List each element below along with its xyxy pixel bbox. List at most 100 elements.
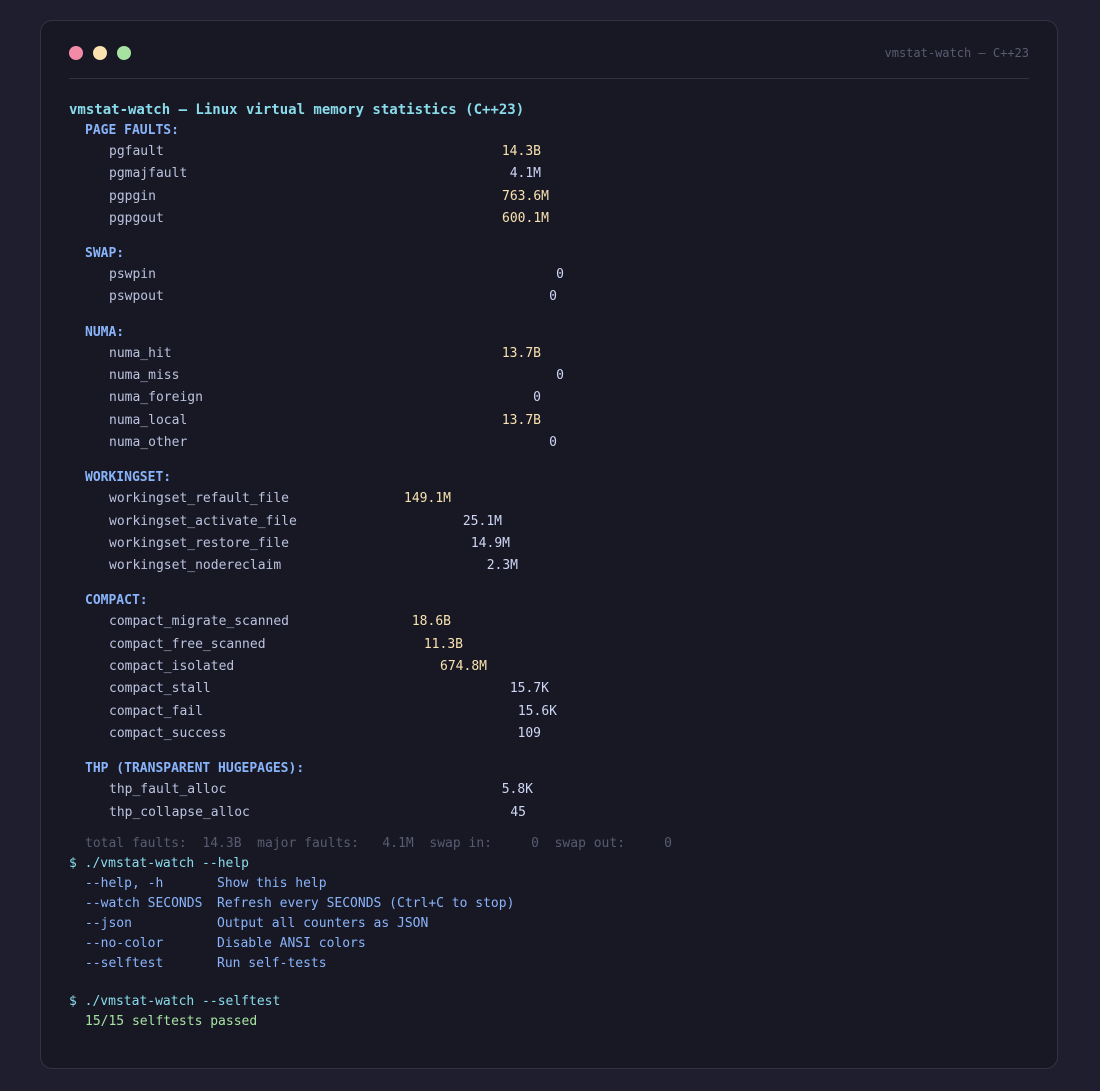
counter-row: compact_stall 15.7K	[69, 678, 1029, 700]
counter-name: numa_foreign	[109, 390, 203, 406]
counter-name: pgfault	[109, 144, 164, 159]
help-option-row: --json Output all counters as JSON	[69, 914, 1029, 934]
stat-sections: PAGE FAULTS: pgfault 14.3B pgmajfault 4.1M pg…	[69, 121, 1029, 824]
help-option-row: --help, -h Show this help	[69, 874, 1029, 894]
counter-row: numa_foreign 0	[69, 387, 1029, 409]
counter-name: compact_stall	[109, 681, 211, 697]
section-title: NUMA:	[85, 324, 125, 340]
counter-value: 2.3M	[486, 558, 518, 574]
counter-row: workingset_restore_file 14.9M	[69, 533, 1029, 555]
counter-row: pswpout 0	[69, 286, 1029, 308]
counter-row: workingset_activate_file 25.1M	[69, 511, 1029, 533]
help-option-row: --watch SECONDS Refresh every SECONDS (Ct…	[69, 894, 1029, 914]
counter-value: 0	[556, 368, 564, 384]
counter-name: compact_success	[109, 725, 227, 741]
counter-row: compact_free_scanned 11.3B	[69, 634, 1029, 656]
minimize-window-button[interactable]	[93, 46, 107, 60]
section-1: SWAP: pswpin 0 pswpout 0	[69, 244, 1029, 309]
terminal-output[interactable]: vmstat-watch — Linux virtual memory stat…	[69, 99, 1029, 1032]
counter-value: 0	[556, 267, 564, 283]
help-description: Show this help	[217, 875, 327, 891]
section-5: THP (TRANSPARENT HUGEPAGES): thp_fault_al…	[69, 759, 1029, 824]
help-description: Disable ANSI colors	[217, 935, 366, 951]
counter-name: workingset_activate_file	[109, 513, 297, 529]
counter-name: pswpin	[109, 267, 156, 283]
counter-row: pgpgin 763.6M	[69, 186, 1029, 208]
section-title: THP (TRANSPARENT HUGEPAGES):	[85, 761, 305, 777]
counter-value: 13.7B	[501, 345, 541, 361]
counter-name: pgmajfault	[109, 166, 188, 182]
counter-name: pgpgin	[109, 188, 156, 204]
counter-value: 14.9M	[470, 535, 510, 551]
counter-row: compact_success 109	[69, 723, 1029, 745]
counter-value: 25.1M	[462, 513, 502, 529]
section-title: PAGE FAULTS:	[85, 123, 179, 138]
counter-value: 0	[549, 434, 557, 450]
counter-value: 763.6M	[502, 188, 549, 204]
help-description: Output all counters as JSON	[217, 915, 429, 931]
help-flag: --watch SECONDS	[85, 895, 203, 911]
help-flag: --no-color	[85, 935, 164, 951]
help-command-line: $ ./vmstat-watch --help	[69, 855, 250, 871]
section-4: COMPACT: compact_migrate_scanned 18.6B comp…	[69, 591, 1029, 745]
close-window-button[interactable]	[69, 46, 83, 60]
counter-value: 0	[549, 289, 557, 305]
counter-name: thp_collapse_alloc	[109, 804, 250, 820]
counter-name: compact_free_scanned	[109, 636, 266, 652]
help-flag: --selftest	[85, 955, 164, 971]
selftest-result: 15/15 selftests passed	[85, 1013, 258, 1029]
counter-name: compact_fail	[109, 703, 203, 719]
counter-value: 15.6K	[517, 703, 557, 719]
counter-row: numa_other 0	[69, 432, 1029, 454]
section-title: WORKINGSET:	[85, 470, 172, 486]
counter-row: workingset_nodereclaim 2.3M	[69, 555, 1029, 577]
program-heading: vmstat-watch — Linux virtual memory stat…	[69, 102, 525, 118]
counter-row: pgpgout 600.1M	[69, 208, 1029, 230]
counter-value: 4.1M	[509, 166, 541, 182]
section-3: WORKINGSET: workingset_refault_file 149.1M…	[69, 468, 1029, 577]
terminal-window: vmstat-watch — C++23 vmstat-watch — Linu…	[40, 20, 1058, 1069]
help-flag: --help, -h	[85, 875, 164, 891]
counter-row: pgmajfault 4.1M	[69, 163, 1029, 185]
counter-value: 18.6B	[411, 614, 451, 630]
counter-row: compact_fail 15.6K	[69, 701, 1029, 723]
help-output: --help, -h Show this help --watch SECONDS R…	[69, 874, 1029, 974]
help-description: Run self-tests	[217, 955, 327, 971]
counter-row: thp_fault_alloc 5.8K	[69, 779, 1029, 801]
counter-name: compact_isolated	[109, 659, 235, 675]
section-0: PAGE FAULTS: pgfault 14.3B pgmajfault 4.1M pg…	[69, 121, 1029, 230]
counter-value: 11.3B	[423, 636, 463, 652]
title-bar: vmstat-watch — C++23	[69, 21, 1029, 79]
counter-name: numa_local	[109, 412, 188, 428]
counter-value: 674.8M	[440, 659, 487, 675]
counter-value: 15.7K	[509, 681, 549, 697]
counter-name: numa_miss	[109, 368, 180, 384]
counter-name: workingset_restore_file	[109, 535, 290, 551]
window-title: vmstat-watch — C++23	[884, 46, 1030, 60]
maximize-window-button[interactable]	[117, 46, 131, 60]
help-option-row: --selftest Run self-tests	[69, 954, 1029, 974]
counter-value: 13.7B	[501, 412, 541, 428]
counter-row: thp_collapse_alloc 45	[69, 802, 1029, 824]
section-2: NUMA: numa_hit 13.7B numa_miss 0 numa_foreign…	[69, 323, 1029, 454]
counter-name: pgpgout	[109, 210, 164, 226]
summary-line: total faults: 14.3B major faults: 4.1M s…	[85, 835, 672, 851]
counter-name: compact_migrate_scanned	[109, 614, 290, 630]
counter-row: pgfault 14.3B	[69, 141, 1029, 163]
section-title: COMPACT:	[85, 593, 148, 609]
counter-name: workingset_nodereclaim	[109, 558, 282, 574]
counter-row: numa_miss 0	[69, 365, 1029, 387]
counter-row: numa_hit 13.7B	[69, 343, 1029, 365]
counter-value: 0	[533, 390, 541, 406]
counter-value: 14.3B	[501, 144, 541, 159]
selftest-command-line: $ ./vmstat-watch --selftest	[69, 993, 281, 1009]
counter-value: 149.1M	[404, 491, 451, 507]
help-description: Refresh every SECONDS (Ctrl+C to stop)	[217, 895, 515, 911]
counter-name: numa_hit	[109, 345, 172, 361]
counter-value: 600.1M	[502, 210, 549, 226]
counter-name: workingset_refault_file	[109, 491, 290, 507]
counter-value: 5.8K	[501, 782, 533, 798]
counter-row: compact_migrate_scanned 18.6B	[69, 611, 1029, 633]
counter-row: numa_local 13.7B	[69, 410, 1029, 432]
counter-row: workingset_refault_file 149.1M	[69, 488, 1029, 510]
